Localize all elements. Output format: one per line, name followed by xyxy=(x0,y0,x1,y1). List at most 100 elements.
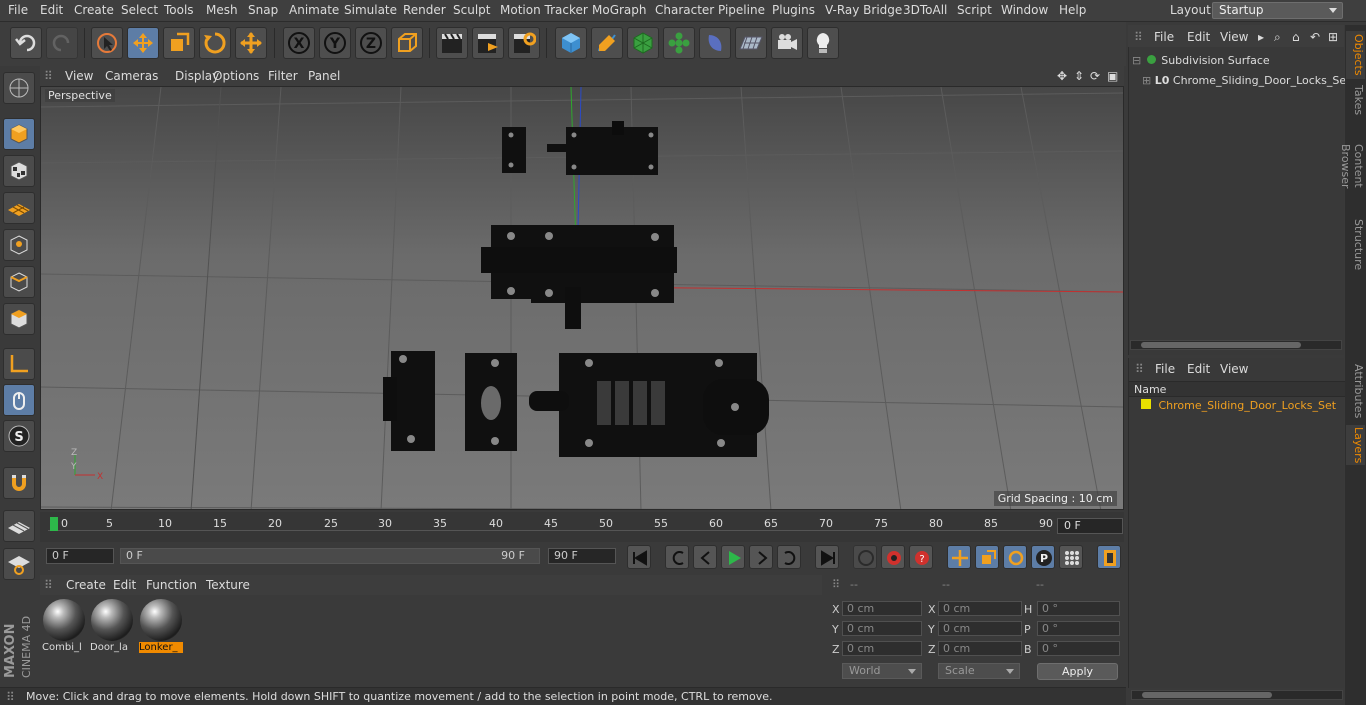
tree-expander[interactable]: ⊞ xyxy=(1142,74,1151,87)
object-menu-view[interactable]: View xyxy=(1220,30,1248,44)
material-item[interactable]: Door_la xyxy=(90,598,134,656)
menu-window[interactable]: Window xyxy=(1001,3,1048,17)
menu-pipeline[interactable]: Pipeline xyxy=(718,3,765,17)
layer-menu-file[interactable]: File xyxy=(1155,362,1175,376)
timeline-playhead[interactable] xyxy=(50,517,58,531)
redo-icon[interactable] xyxy=(46,27,78,59)
cube-icon[interactable] xyxy=(555,27,587,59)
menu-sculpt[interactable]: Sculpt xyxy=(453,3,490,17)
viewport-menu-view[interactable]: View xyxy=(65,69,93,83)
key-rotation-icon[interactable] xyxy=(1003,545,1027,569)
move-icon[interactable] xyxy=(127,27,159,59)
menu-vray-bridge[interactable]: V-Ray Bridge xyxy=(825,3,902,17)
key-position-icon[interactable] xyxy=(947,545,971,569)
key-scale-icon[interactable] xyxy=(975,545,999,569)
menu-create[interactable]: Create xyxy=(74,3,114,17)
points-mode-icon[interactable] xyxy=(3,229,35,261)
menu-help[interactable]: Help xyxy=(1059,3,1086,17)
pos-y-field[interactable]: 0 cm xyxy=(842,621,922,636)
search-icon[interactable]: ⌕ xyxy=(1274,30,1281,45)
x-axis-icon[interactable]: X xyxy=(283,27,315,59)
3d-viewport[interactable]: Z Y X Perspective Grid Spacing : 10 cm xyxy=(40,86,1124,510)
subdivision-icon[interactable] xyxy=(627,27,659,59)
menu-render[interactable]: Render xyxy=(403,3,446,17)
timeline-film-icon[interactable] xyxy=(1097,545,1121,569)
render-picture-viewer-icon[interactable] xyxy=(472,27,504,59)
model-mode-icon[interactable] xyxy=(3,118,35,150)
solo-mode-icon[interactable]: S xyxy=(3,420,35,452)
size-z-field[interactable]: 0 cm xyxy=(938,641,1022,656)
tab-takes[interactable]: Takes xyxy=(1346,83,1365,117)
object-menu-file[interactable]: File xyxy=(1154,30,1174,44)
next-key-icon[interactable] xyxy=(777,545,801,569)
make-editable-icon[interactable] xyxy=(3,72,35,104)
deformer-icon[interactable] xyxy=(699,27,731,59)
tab-content-browser[interactable]: Content Browser xyxy=(1339,121,1365,211)
coordinate-system-icon[interactable] xyxy=(391,27,423,59)
material-menu-function[interactable]: Function xyxy=(146,578,197,592)
axis-mode-icon[interactable] xyxy=(3,348,35,380)
y-axis-icon[interactable]: Y xyxy=(319,27,351,59)
apply-button[interactable]: Apply xyxy=(1037,663,1118,680)
menu-mograph[interactable]: MoGraph xyxy=(592,3,647,17)
menu-mesh[interactable]: Mesh xyxy=(206,3,238,17)
menu-file[interactable]: File xyxy=(8,3,28,17)
edges-mode-icon[interactable] xyxy=(3,266,35,298)
go-to-end-icon[interactable] xyxy=(815,545,839,569)
next-frame-icon[interactable] xyxy=(749,545,773,569)
timeline-ruler-bar[interactable]: 0 5 10 15 20 25 30 35 40 45 50 55 60 65 … xyxy=(48,515,1053,531)
end-frame-field[interactable]: 90 F xyxy=(548,548,616,564)
go-to-start-icon[interactable] xyxy=(627,545,651,569)
undo-icon[interactable] xyxy=(10,27,42,59)
material-item-selected[interactable]: Lonker_ xyxy=(139,598,183,656)
play-icon[interactable] xyxy=(721,545,745,569)
keyframe-selection-icon[interactable]: ? xyxy=(909,545,933,569)
menu-character[interactable]: Character xyxy=(655,3,714,17)
viewport-zoom-icon[interactable]: ⇕ xyxy=(1074,69,1084,83)
rot-b-field[interactable]: 0 ° xyxy=(1037,641,1120,656)
render-view-icon[interactable] xyxy=(436,27,468,59)
viewport-menu-options[interactable]: Options xyxy=(213,69,259,83)
snap-magnet-icon[interactable] xyxy=(3,467,35,499)
menu-tools[interactable]: Tools xyxy=(164,3,194,17)
menu-script[interactable]: Script xyxy=(957,3,992,17)
layer-horizontal-scrollbar[interactable] xyxy=(1131,690,1343,700)
key-parameter-icon[interactable]: P xyxy=(1031,545,1055,569)
tab-layers[interactable]: Layers xyxy=(1346,425,1365,465)
size-mode-dropdown[interactable]: Scale xyxy=(938,663,1020,679)
rot-h-field[interactable]: 0 ° xyxy=(1037,601,1120,616)
workplane-icon[interactable] xyxy=(3,192,35,224)
render-settings-icon[interactable] xyxy=(508,27,540,59)
pos-x-field[interactable]: 0 cm xyxy=(842,601,922,616)
coordinate-mode-dropdown[interactable]: World xyxy=(842,663,922,679)
workplane-lock-icon[interactable] xyxy=(3,510,35,542)
tab-attributes[interactable]: Attributes xyxy=(1346,361,1365,421)
viewport-menu-filter[interactable]: Filter xyxy=(268,69,298,83)
menu-snap[interactable]: Snap xyxy=(248,3,278,17)
scrollbar-thumb[interactable] xyxy=(1141,342,1301,348)
more-arrow-icon[interactable]: ▸ xyxy=(1258,30,1264,44)
locked-workplane-icon[interactable] xyxy=(3,548,35,580)
menu-edit[interactable]: Edit xyxy=(40,3,63,17)
layer-menu-view[interactable]: View xyxy=(1220,362,1248,376)
menu-motion-tracker[interactable]: Motion Tracker xyxy=(500,3,588,17)
menu-plugins[interactable]: Plugins xyxy=(772,3,815,17)
new-view-icon[interactable]: ⊞ xyxy=(1328,30,1338,44)
camera-icon[interactable] xyxy=(771,27,803,59)
scale-icon[interactable] xyxy=(163,27,195,59)
z-axis-icon[interactable]: Z xyxy=(355,27,387,59)
polygons-mode-icon[interactable] xyxy=(3,303,35,335)
viewport-camera-label[interactable]: Perspective xyxy=(45,89,115,102)
layout-dropdown[interactable]: Startup xyxy=(1212,2,1343,19)
timeline-ruler[interactable]: 0 5 10 15 20 25 30 35 40 45 50 55 60 65 … xyxy=(40,512,1124,542)
menu-animate[interactable]: Animate xyxy=(289,3,339,17)
viewport-maximize-icon[interactable]: ▣ xyxy=(1107,69,1118,83)
mograph-cloner-icon[interactable] xyxy=(663,27,695,59)
menu-simulate[interactable]: Simulate xyxy=(344,3,397,17)
tab-structure[interactable]: Structure xyxy=(1346,217,1365,273)
tweak-mode-icon[interactable] xyxy=(3,384,35,416)
current-frame-field[interactable]: 0 F xyxy=(1057,518,1123,534)
pos-z-field[interactable]: 0 cm xyxy=(842,641,922,656)
tab-objects[interactable]: Objects xyxy=(1346,31,1365,79)
rot-p-field[interactable]: 0 ° xyxy=(1037,621,1120,636)
